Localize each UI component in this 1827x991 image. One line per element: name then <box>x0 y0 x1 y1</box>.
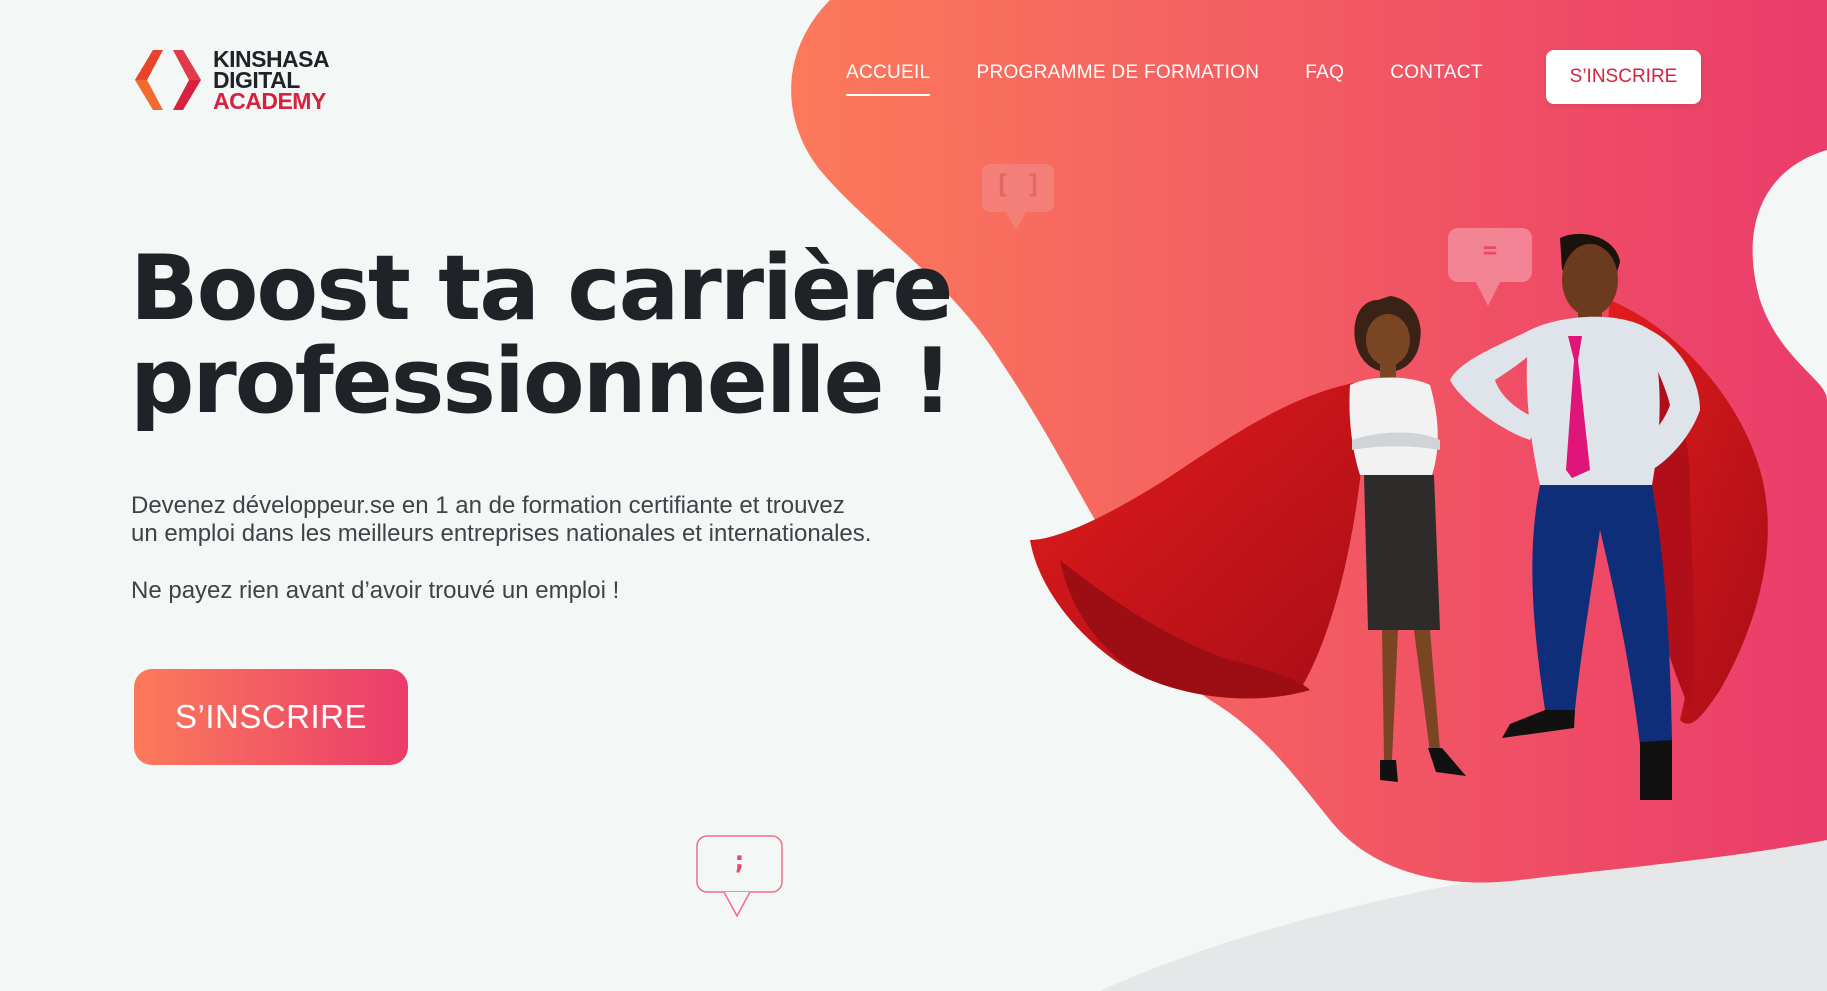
hero-title: Boost ta carrière professionnelle ! <box>130 242 990 428</box>
hero-title-line-1: Boost ta carrière <box>130 236 953 341</box>
hero-tagline: Ne payez rien avant d’avoir trouvé un em… <box>131 577 620 604</box>
nav-item-programme[interactable]: PROGRAMME DE FORMATION <box>976 62 1259 96</box>
hero-description-line-2: un emploi dans les meilleurs entreprises… <box>131 520 872 547</box>
brand-line-3: ACADEMY <box>213 87 326 114</box>
hero-description: Devenez développeur.se en 1 an de format… <box>131 492 1011 548</box>
speech-bubble-semicolon-glyph: ; <box>731 846 748 876</box>
hero-signup-button[interactable]: S’INSCRIRE <box>134 669 408 765</box>
speech-bubble-equals-glyph: = <box>1482 236 1498 264</box>
hero-description-line-1: Devenez développeur.se en 1 an de format… <box>131 492 845 519</box>
logo-brackets-icon <box>135 50 201 110</box>
nav-item-contact[interactable]: CONTACT <box>1390 62 1483 96</box>
brand-name: KINSHASA DIGITAL ACADEMY <box>213 47 330 114</box>
main-nav: ACCUEIL PROGRAMME DE FORMATION FAQ CONTA… <box>846 62 1529 96</box>
hero-title-line-2: professionnelle ! <box>130 329 953 434</box>
speech-bubble-brackets-glyph: [ ] <box>994 170 1042 200</box>
brand-logo[interactable]: KINSHASA DIGITAL ACADEMY <box>131 46 330 114</box>
landing-page: [ ] = ; KINSHASA DIGITAL ACADEMY ACCUEIL… <box>0 0 1827 991</box>
nav-signup-button[interactable]: S’INSCRIRE <box>1546 50 1701 104</box>
nav-item-accueil[interactable]: ACCUEIL <box>846 62 931 96</box>
nav-item-faq[interactable]: FAQ <box>1305 62 1344 96</box>
